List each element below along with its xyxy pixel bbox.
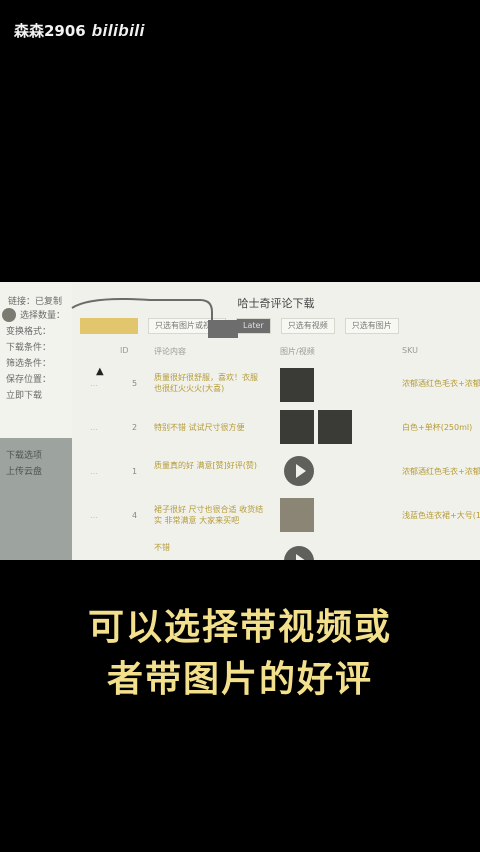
filter-tabs: 只选有图片或视频 Later 只选有视频 只选有图片 bbox=[80, 318, 399, 334]
window-title: 哈士奇评论下载 bbox=[237, 297, 315, 310]
play-video-icon[interactable] bbox=[284, 546, 314, 560]
left-panel-line: 保存位置： bbox=[6, 375, 52, 385]
table-row[interactable]: … 1 质量真的好 满意[赞]好评(赞) 浓郁酒红色毛衣+浓郁酒红 bbox=[72, 452, 480, 496]
caption-line-2: 者带图片的好评 bbox=[106, 659, 373, 700]
table-row[interactable]: … 5 质量很好很舒服，喜欢！衣服也很红火火火(大喜) 浓郁酒红色毛衣+浓郁酒红 bbox=[72, 364, 480, 408]
left-panel-line: 筛选条件： bbox=[6, 359, 52, 369]
table-row[interactable]: 不错 bbox=[72, 540, 480, 560]
row-review: 质量真的好 满意[赞]好评(赞) bbox=[154, 461, 258, 470]
left-panel-option[interactable]: 下载选项 bbox=[6, 448, 42, 461]
review-image-thumbnail[interactable] bbox=[280, 410, 314, 444]
tab-image-only[interactable]: 只选有图片 bbox=[344, 318, 399, 334]
review-image-thumbnail[interactable] bbox=[318, 410, 352, 444]
row-review: 质量很好很舒服，喜欢！衣服也很红火火火(大喜) bbox=[154, 373, 258, 393]
mouse-cursor-icon: ▲ bbox=[96, 366, 104, 377]
column-review: 评论内容 bbox=[154, 347, 186, 356]
review-image-thumbnail[interactable] bbox=[280, 498, 314, 532]
row-id: 2 bbox=[132, 423, 138, 432]
table-row[interactable]: … 2 特别不错 试试尺寸很方便 白色+单杯(250ml) bbox=[72, 408, 480, 452]
left-panel-line: 链接：已复制 bbox=[8, 297, 63, 307]
tab-later[interactable]: Later bbox=[236, 318, 271, 334]
left-panel-line: 下载条件： bbox=[6, 343, 52, 353]
main-window: 哈士奇评论下载 只选有图片或视频 Later 只选有视频 只选有图片 ID 评论… bbox=[72, 282, 480, 560]
row-sku: 白色+单杯(250ml) bbox=[402, 423, 473, 432]
row-sku: 浓郁酒红色毛衣+浓郁酒红 bbox=[402, 379, 480, 388]
tab-video-only[interactable]: 只选有视频 bbox=[280, 318, 335, 334]
column-media: 图片/视频 bbox=[280, 347, 315, 356]
left-panel: 链接：已复制 选择数量： 变换格式： 下载条件： 筛选条件： 保存位置： 立即下… bbox=[0, 282, 72, 560]
watermark-user: 森森2906 bbox=[14, 22, 86, 40]
table-header: ID 评论内容 图片/视频 SKU bbox=[72, 346, 480, 360]
watermark: 森森2906 bilibili bbox=[14, 20, 145, 41]
left-panel-option[interactable]: 上传云盘 bbox=[6, 464, 42, 477]
screen-recording: 链接：已复制 选择数量： 变换格式： 下载条件： 筛选条件： 保存位置： 立即下… bbox=[0, 282, 480, 560]
avatar bbox=[2, 308, 16, 322]
row-sku: 浅蓝色连衣裙+大号(180) bbox=[402, 511, 480, 520]
review-image-thumbnail[interactable] bbox=[280, 368, 314, 402]
left-panel-bottom: 下载选项 上传云盘 bbox=[0, 438, 72, 560]
row-id: 5 bbox=[132, 379, 138, 388]
row-sku: 浓郁酒红色毛衣+浓郁酒红 bbox=[402, 467, 480, 476]
row-review: 不错 bbox=[154, 543, 170, 552]
table-row[interactable]: … 4 裙子很好 尺寸也很合适 收货结实 非常满意 大家来买吧 浅蓝色连衣裙+大… bbox=[72, 496, 480, 540]
left-panel-line[interactable]: 立即下载 bbox=[6, 388, 42, 401]
left-panel-top: 链接：已复制 选择数量： 变换格式： 下载条件： 筛选条件： 保存位置： 立即下… bbox=[0, 282, 72, 438]
play-video-icon[interactable] bbox=[284, 456, 314, 486]
left-panel-line: 选择数量： bbox=[20, 311, 66, 321]
tab-all[interactable] bbox=[80, 318, 138, 334]
column-sku: SKU bbox=[402, 346, 418, 355]
row-review: 裙子很好 尺寸也很合适 收货结实 非常满意 大家来买吧 bbox=[154, 505, 264, 525]
left-panel-line: 变换格式： bbox=[6, 327, 52, 337]
row-review: 特别不错 试试尺寸很方便 bbox=[154, 423, 245, 432]
row-id: 4 bbox=[132, 511, 138, 520]
column-id: ID bbox=[120, 346, 129, 355]
tab-image-or-video[interactable]: 只选有图片或视频 bbox=[148, 318, 226, 334]
bilibili-logo: bilibili bbox=[91, 20, 145, 40]
row-id: 1 bbox=[132, 467, 138, 476]
caption-line-1: 可以选择带视频或 bbox=[87, 607, 392, 648]
